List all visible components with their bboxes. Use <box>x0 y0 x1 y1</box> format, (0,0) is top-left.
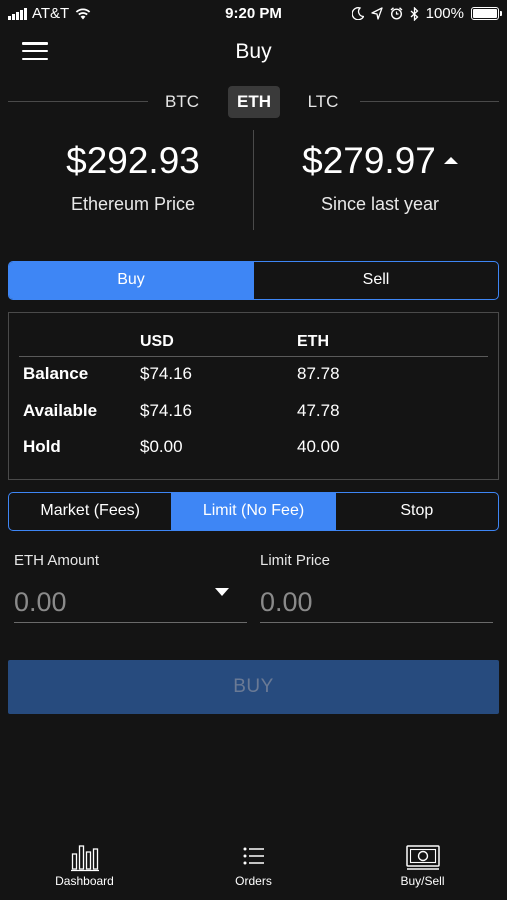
limit-price-label: Limit Price <box>260 552 331 569</box>
current-price-label: Ethereum Price <box>70 194 196 214</box>
tab-label: Dashboard <box>55 874 114 888</box>
currency-tab-btc[interactable]: BTC <box>155 86 209 118</box>
nav-bar: Buy <box>0 28 507 76</box>
balance-table: USD ETH Balance $74.16 87.78 Available $… <box>8 312 499 480</box>
price-change-row: $279.97 <box>302 140 458 182</box>
eth-amount-field: ETH Amount <box>14 552 247 623</box>
alarm-icon <box>390 7 403 20</box>
header-divider <box>19 356 488 357</box>
usd-value: $74.16 <box>140 401 192 420</box>
table-row: Balance $74.16 87.78 <box>9 364 498 388</box>
status-right: 100% <box>351 5 502 22</box>
cash-icon <box>405 845 440 870</box>
column-header-usd: USD <box>140 333 174 350</box>
usd-value: $74.16 <box>140 364 192 383</box>
market-order-button[interactable]: Market (Fees) <box>9 493 171 530</box>
price-change-label: Since last year <box>320 194 440 214</box>
stop-order-button[interactable]: Stop <box>334 493 498 530</box>
up-arrow-icon <box>443 156 458 164</box>
currency-tab-ltc[interactable]: LTC <box>296 86 350 118</box>
bluetooth-icon <box>410 6 419 21</box>
eth-amount-label: ETH Amount <box>14 552 100 569</box>
buy-submit-button[interactable]: BUY <box>8 660 499 714</box>
column-header-eth: ETH <box>297 333 329 350</box>
status-bar: AT&T 9:20 PM 100% <box>0 0 507 28</box>
battery-icon <box>471 7 502 20</box>
bar-chart-icon <box>70 845 99 872</box>
currency-selector: BTC ETH LTC <box>0 86 507 118</box>
row-label: Balance <box>23 364 89 383</box>
page-title: Buy <box>235 40 272 63</box>
moon-icon <box>351 7 364 20</box>
location-arrow-icon <box>370 7 383 20</box>
tab-buy-sell[interactable]: Buy/Sell <box>338 840 507 900</box>
eth-value: 87.78 <box>297 364 340 383</box>
eth-value: 40.00 <box>297 437 340 456</box>
price-change-value: $279.97 <box>302 140 436 181</box>
limit-order-button[interactable]: Limit (No Fee) <box>171 493 335 530</box>
bottom-tab-bar: Dashboard Orders Buy/Sell <box>0 840 507 900</box>
currency-tab-eth[interactable]: ETH <box>228 86 280 118</box>
tab-orders[interactable]: Orders <box>169 840 338 900</box>
limit-price-field: Limit Price <box>260 552 493 623</box>
eth-amount-input[interactable] <box>14 583 247 623</box>
table-row: Hold $0.00 40.00 <box>9 437 498 461</box>
hamburger-menu-icon[interactable] <box>22 42 48 60</box>
tab-label: Buy/Sell <box>400 874 445 888</box>
sell-toggle-button[interactable]: Sell <box>253 262 498 299</box>
tab-label: Orders <box>235 874 272 888</box>
list-icon <box>243 847 264 865</box>
price-change-block: $279.97 Since last year <box>253 140 507 215</box>
tab-dashboard[interactable]: Dashboard <box>0 840 169 900</box>
buy-sell-toggle: Buy Sell <box>8 261 499 300</box>
divider-line-left <box>8 101 148 102</box>
order-type-selector: Market (Fees) Limit (No Fee) Stop <box>8 492 499 531</box>
divider-line-right <box>360 101 499 102</box>
row-label: Hold <box>23 437 61 456</box>
limit-price-input[interactable] <box>260 583 493 623</box>
current-price-block: $292.93 Ethereum Price <box>6 140 260 215</box>
table-row: Available $74.16 47.78 <box>9 401 498 425</box>
row-label: Available <box>23 401 98 420</box>
buy-toggle-button[interactable]: Buy <box>9 262 253 299</box>
current-price-value: $292.93 <box>66 140 200 181</box>
usd-value: $0.00 <box>140 437 183 456</box>
eth-value: 47.78 <box>297 401 340 420</box>
chevron-down-icon[interactable] <box>215 588 229 596</box>
battery-percent: 100% <box>425 5 464 22</box>
